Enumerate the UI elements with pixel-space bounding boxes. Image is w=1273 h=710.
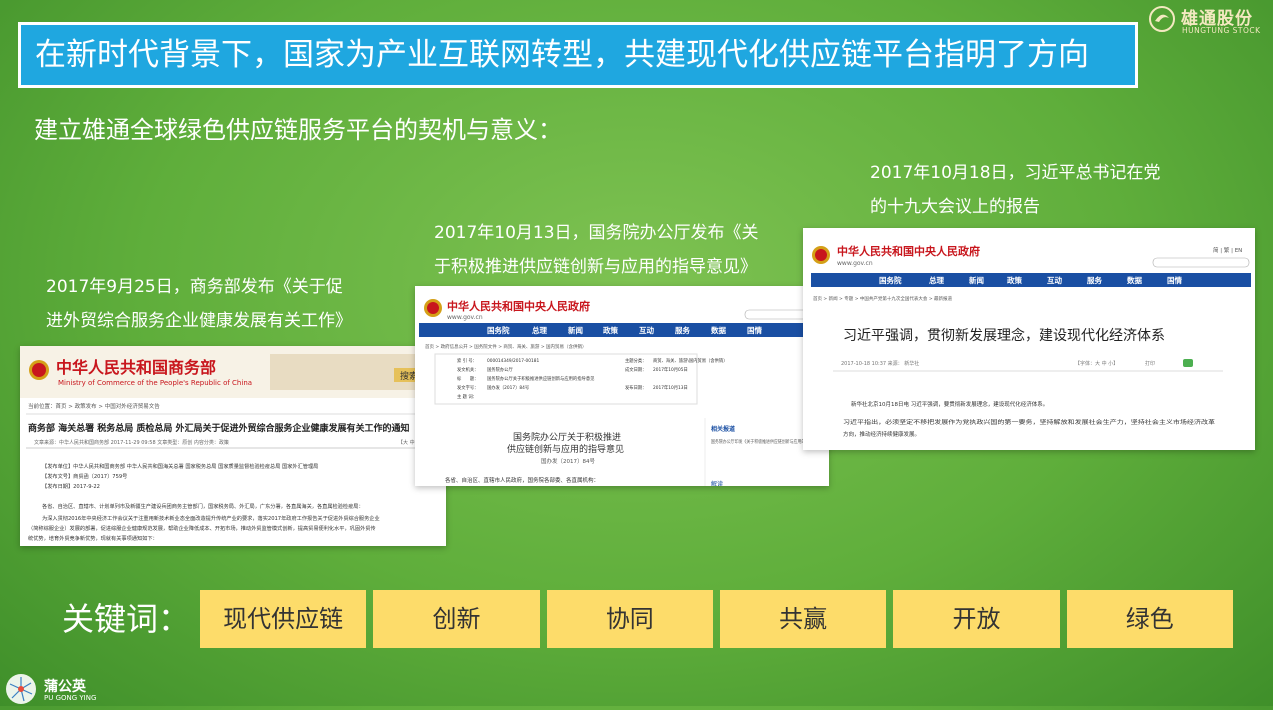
dandelion-logo-icon	[6, 674, 36, 704]
nav-item[interactable]: 国务院	[879, 275, 902, 285]
brand-logo-bottom: 蒲公英 PU GONG YING	[4, 672, 124, 706]
site-name: 中华人民共和国中央人民政府	[447, 299, 590, 313]
caption-commerce: 2017年9月25日，商务部发布《关于促 进外贸综合服务企业健康发展有关工作》	[46, 270, 352, 338]
nav-item[interactable]: 政策	[1007, 275, 1022, 285]
brand-top-sub: HUNGTUNG STOCK	[1182, 26, 1261, 35]
body-line: 为深入贯彻2016年中央经济工作会议关于注重用新技术新业态全面改造提升传统产业的…	[42, 514, 380, 522]
nav-item[interactable]: 国情	[1167, 275, 1183, 285]
search-input[interactable]	[1152, 257, 1250, 268]
info-value: 2017年10月05日	[653, 366, 688, 373]
caption-line: 的十九大会议上的报告	[870, 197, 1040, 217]
nav-item[interactable]: 政策	[603, 325, 618, 335]
nav-bar	[419, 323, 825, 337]
keyword-box: 绿色	[1066, 590, 1233, 648]
caption-line: 于积极推进供应链创新与应用的指导意见》	[434, 257, 757, 277]
info-value: 2017年10月13日	[653, 384, 688, 391]
wechat-share-icon[interactable]	[1183, 359, 1193, 367]
slide-title: 在新时代背景下，国家为产业互联网转型，共建现代化供应链平台指明了方向	[18, 22, 1138, 88]
article-meta: 2017-10-18 10:37 来源： 新华社	[841, 360, 919, 367]
related-title: 相关报道	[711, 425, 735, 433]
nav-item[interactable]: 新闻	[568, 325, 583, 335]
info-label: 标 题：	[457, 375, 478, 382]
info-label: 主 题 词：	[457, 393, 477, 400]
site-name: 中华人民共和国商务部	[56, 358, 216, 377]
body-line: 方向，推动经济持续健康发展。	[843, 430, 920, 438]
caption-line: 2017年9月25日，商务部发布《关于促	[46, 277, 343, 297]
keywords-row: 现代供应链 创新 协同 共赢 开放 绿色	[200, 590, 1233, 648]
body-line: 【发布文号】商贸函〔2017〕759号	[42, 472, 127, 480]
doc-greeting: 各省、自治区、直辖市人民政府，国务院各部委、各直属机构：	[445, 476, 599, 484]
screenshot-congress-report: 中华人民共和国中央人民政府 www.gov.cn 简 | 繁 | EN 国务院 …	[803, 228, 1255, 450]
info-value: 国务院办公厅	[487, 366, 513, 373]
body-line: 【发布日期】2017-9-22	[42, 482, 100, 490]
info-value: 国办发〔2017〕84号	[487, 384, 529, 391]
font-size-control[interactable]: 【字体：大 中 小】	[1075, 360, 1118, 367]
article-headline: 商务部 海关总署 税务总局 质检总局 外汇局关于促进外贸综合服务企业健康发展有关…	[28, 422, 410, 434]
article-meta: 文章来源：中华人民共和国商务部 2017-11-29 09:58 文章类型：原创…	[34, 439, 229, 446]
nav-bar	[811, 273, 1251, 287]
info-value: 商贸、海关、旅游\国内贸易（含供销）	[653, 357, 728, 364]
print-link[interactable]: 打印	[1145, 360, 1155, 367]
caption-state-council: 2017年10月13日，国务院办公厅发布《关 于积极推进供应链创新与应用的指导意…	[434, 216, 759, 284]
info-label: 发文字号：	[457, 384, 478, 391]
nav-item[interactable]: 数据	[711, 325, 726, 335]
screenshot-state-council-opinion: 中华人民共和国中央人民政府 www.gov.cn 国务院 总理 新闻 政策 互动…	[415, 286, 829, 486]
keywords-label: 关键词：	[62, 600, 191, 638]
emblem-icon	[29, 360, 49, 380]
info-label: 主题分类：	[625, 357, 646, 364]
keyword-box: 现代供应链	[200, 590, 367, 648]
slide-subtitle: 建立雄通全球绿色供应链服务平台的契机与意义：	[34, 116, 562, 144]
nav-item[interactable]: 互动	[1047, 275, 1063, 285]
doc-number: 国办发〔2017〕84号	[541, 457, 595, 465]
info-label: 成文日期：	[625, 366, 646, 373]
language-links[interactable]: 简 | 繁 | EN	[1213, 246, 1242, 254]
info-label: 发布日期：	[625, 384, 646, 391]
keyword-box: 开放	[893, 590, 1060, 648]
brand-bottom-sub: PU GONG YING	[44, 694, 97, 702]
keyword-box: 创新	[373, 590, 540, 648]
brand-logo-top: 雄通股份 HUNGTUNG STOCK	[1149, 4, 1261, 40]
article-headline: 习近平强调，贯彻新发展理念，建设现代化经济体系	[843, 327, 1165, 344]
info-value: 000014349/2017-00181	[487, 358, 539, 364]
site-name: 中华人民共和国中央人民政府	[837, 244, 980, 258]
emblem-icon	[812, 246, 830, 264]
screenshot-commerce-notice: 中华人民共和国商务部 Ministry of Commerce of the P…	[20, 346, 446, 546]
site-name-en: Ministry of Commerce of the People's Rep…	[58, 379, 252, 387]
body-line: 各省、自治区、直辖市、计划单列市及新疆生产建设兵团商务主管部门，国家税务局、外汇…	[42, 502, 364, 510]
body-line: 统优势，培育外贸竞争新优势，现就有关事项通知如下：	[28, 534, 158, 542]
nav-item[interactable]: 服务	[1087, 275, 1103, 285]
breadcrumb: 当前位置：首页 > 政策发布 > 中国对外经济贸易文告	[28, 402, 160, 410]
breadcrumb: 首页 > 政府信息公开 > 国务院文件 > 商贸、海关、旅游 > 国内贸易（含供…	[425, 343, 587, 350]
nav-item[interactable]: 服务	[675, 325, 690, 335]
brand-bottom-name: 蒲公英	[44, 679, 86, 695]
body-line: 新华社北京10月18日电 习近平强调，要贯彻新发展理念，建设现代化经济体系。	[851, 400, 1048, 408]
nav-item[interactable]: 互动	[639, 325, 654, 335]
nav-item[interactable]: 总理	[532, 325, 547, 335]
explain-link[interactable]: 解读	[711, 480, 723, 486]
caption-line: 进外贸综合服务企业健康发展有关工作》	[46, 311, 352, 331]
nav-item[interactable]: 新闻	[969, 275, 984, 285]
emblem-icon	[424, 299, 442, 317]
caption-congress: 2017年10月18日，习近平总书记在党 的十九大会议上的报告	[870, 156, 1161, 224]
info-label: 发文机关：	[457, 366, 478, 373]
site-url: www.gov.cn	[837, 260, 873, 267]
nav-item[interactable]: 国情	[747, 325, 762, 335]
doc-title: 供应链创新与应用的指导意见	[507, 443, 624, 455]
breadcrumb: 首页 > 新闻 > 专题 > 中国共产党第十九次全国代表大会 > 最新报道	[813, 295, 953, 302]
keyword-box: 共赢	[719, 590, 887, 648]
hungtung-logo-icon	[1149, 6, 1175, 32]
nav-item[interactable]: 总理	[929, 275, 944, 285]
body-line: 【发布单位】中华人民共和国商务部 中华人民共和国海关总署 国家税务总局 国家质量…	[42, 462, 318, 470]
info-value: 国务院办公厅关于积极推进供应链创新与应用的指导意见	[487, 375, 595, 382]
caption-line: 2017年10月13日，国务院办公厅发布《关	[434, 223, 759, 243]
caption-line: 2017年10月18日，习近平总书记在党	[870, 163, 1161, 183]
site-url: www.gov.cn	[447, 314, 483, 321]
keyword-box: 协同	[546, 590, 713, 648]
body-line: 习近平指出，必须坚定不移把发展作为党执政兴国的第一要务，坚持解放和发展社会生产力…	[843, 418, 1216, 426]
info-label: 索 引 号：	[457, 357, 477, 364]
body-line: （简称综服企业）发展的部署，促进综服企业健康规范发展，帮助企业降低成本、开拓市场…	[28, 524, 376, 532]
nav-item[interactable]: 国务院	[487, 325, 510, 335]
doc-title: 国务院办公厅关于积极推进	[513, 431, 621, 443]
nav-item[interactable]: 数据	[1127, 275, 1143, 285]
